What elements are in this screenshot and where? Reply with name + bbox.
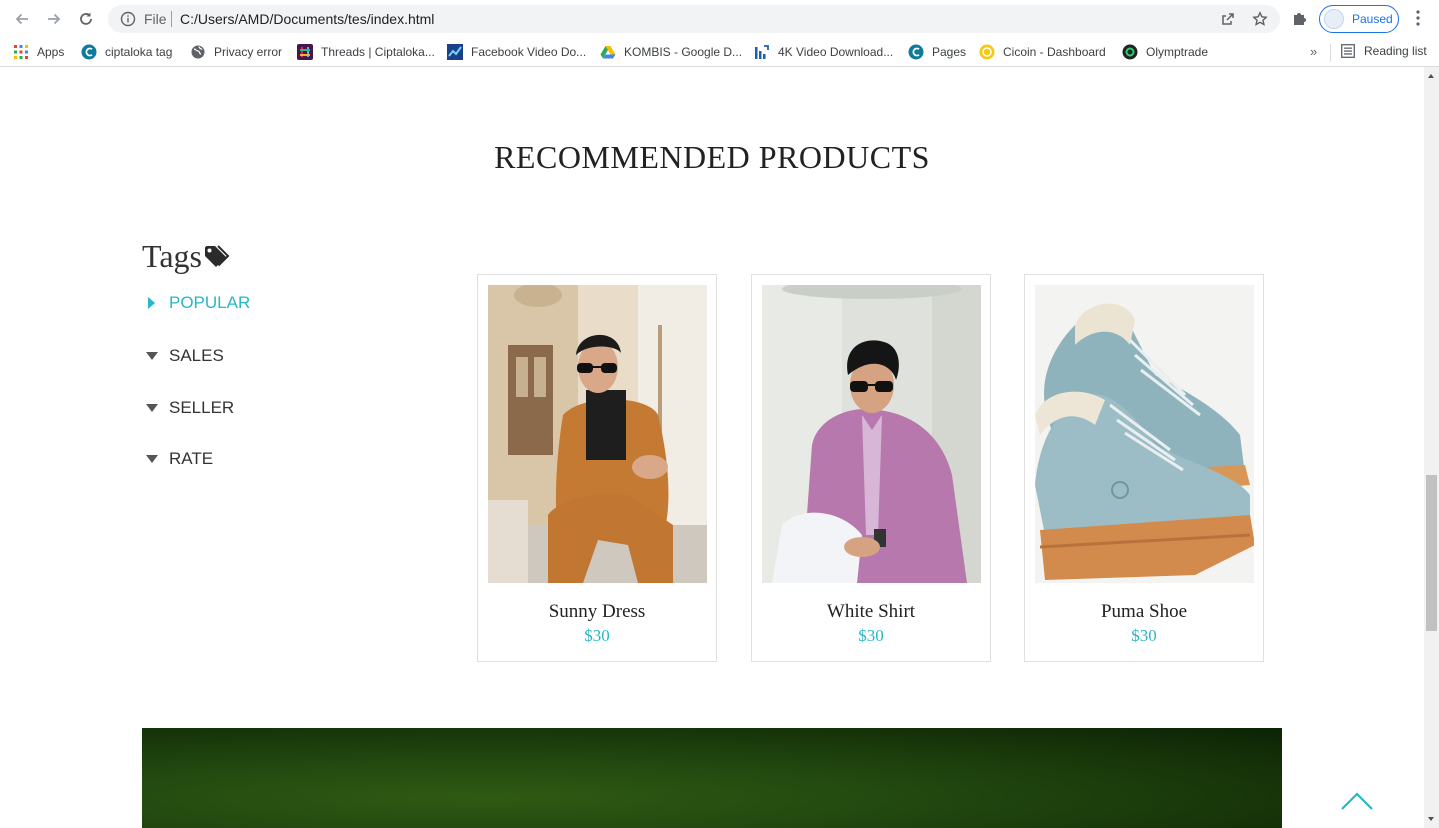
bookmark-label: Olymptrade [1146,45,1209,59]
product-price: $30 [1131,626,1157,645]
address-bar[interactable]: File C:/Users/AMD/Documents/tes/index.ht… [108,5,1280,33]
chevron-up-icon [1341,792,1373,810]
reading-list-icon [1340,43,1356,59]
tag-icon [203,244,231,270]
coin-icon [979,44,995,60]
browser-toolbar: File C:/Users/AMD/Documents/tes/index.ht… [0,0,1439,38]
product-name[interactable]: Puma Shoe [1025,601,1263,623]
bookmark-label: KOMBIS - Google D... [624,45,743,59]
bars-icon [754,44,770,60]
bookmark-label: Apps [37,45,65,59]
url-text[interactable]: C:/Users/AMD/Documents/tes/index.html [180,11,434,27]
product-card[interactable]: Puma Shoe $30 [1024,274,1264,662]
bookmark-olymptrade[interactable]: Olymptrade [1122,43,1208,61]
forward-arrow-icon [48,13,61,25]
product-card[interactable]: White Shirt $30 [751,274,991,662]
scroll-to-top-button[interactable] [1340,791,1374,816]
slack-icon [297,44,313,60]
bookmarks-divider [1330,44,1331,62]
apps-grid-icon [13,44,29,60]
reload-button[interactable] [75,8,97,30]
bookmark-label: Facebook Video Do... [471,45,587,59]
bookmark-facebook-video[interactable]: Facebook Video Do... [447,43,586,61]
bookmark-cicoin[interactable]: Cicoin - Dashboard [979,43,1106,61]
more-bookmarks-chevron-icon[interactable]: » [1310,44,1317,59]
product-name[interactable]: White Shirt [752,601,990,623]
tag-rate[interactable]: RATE [144,449,213,469]
product-image-man-in-pink-shirt[interactable] [762,285,981,583]
reading-list-label: Reading list [1364,44,1427,58]
bookmark-kombis[interactable]: KOMBIS - Google D... [600,43,742,61]
bookmark-label: Pages [932,45,967,59]
product-price: $30 [858,626,884,645]
extensions-puzzle-icon[interactable] [1291,9,1309,32]
scroll-up-arrow-icon[interactable] [1428,74,1434,78]
caret-right-icon [144,295,160,311]
bookmark-pages[interactable]: Pages [908,43,966,61]
product-image-blue-boots[interactable] [1035,285,1254,583]
bookmark-apps[interactable]: Apps [13,43,64,61]
reading-list-button[interactable]: Reading list [1340,43,1427,59]
bookmarks-bar: Apps ciptaloka tag Privacy error Threads… [0,38,1439,67]
share-icon[interactable] [1219,10,1237,28]
forward-button[interactable] [43,8,65,30]
section-title: RECOMMENDED PRODUCTS [494,139,930,175]
tag-seller[interactable]: SELLER [144,398,234,418]
drive-icon [600,44,616,60]
star-bookmark-icon[interactable] [1251,10,1269,28]
profile-status-label: Paused [1352,12,1393,26]
product-price: $30 [584,626,610,645]
scroll-down-arrow-icon[interactable] [1428,817,1434,821]
product-name[interactable]: Sunny Dress [478,601,716,623]
bookmark-ciptaloka-tag[interactable]: ciptaloka tag [81,43,172,61]
promo-banner [142,728,1282,828]
bookmark-label: ciptaloka tag [105,45,173,59]
bookmark-label: Cicoin - Dashboard [1003,45,1106,59]
ciptaloka-icon [908,44,924,60]
product-image-man-in-orange-suit[interactable] [488,285,707,583]
tag-label: SELLER [169,398,235,417]
globe-icon [190,44,206,60]
tag-sales[interactable]: SALES [144,346,224,366]
caret-down-icon [144,451,160,467]
back-arrow-icon [15,13,28,25]
reload-icon [80,12,92,25]
back-button[interactable] [11,8,33,30]
kebab-menu-icon[interactable] [1410,9,1426,32]
ciptaloka-icon [81,44,97,60]
bookmark-label: 4K Video Download... [778,45,894,59]
profile-paused-button[interactable]: Paused [1319,5,1399,33]
bookmark-label: Threads | Ciptaloka... [321,45,435,59]
tag-label: SALES [169,346,224,365]
scrollbar-thumb[interactable] [1426,475,1437,631]
bookmark-threads[interactable]: Threads | Ciptaloka... [297,43,435,61]
avatar [1324,9,1344,29]
bookmark-4k-video[interactable]: 4K Video Download... [754,43,893,61]
info-icon[interactable] [120,11,136,32]
caret-down-icon [144,400,160,416]
olymptrade-icon [1122,44,1138,60]
page-viewport: RECOMMENDED PRODUCTS Tags POPULAR SALES … [0,67,1424,828]
bookmark-privacy-error[interactable]: Privacy error [190,43,282,61]
tag-label: RATE [169,449,214,468]
product-card[interactable]: Sunny Dress $30 [477,274,717,662]
caret-down-icon [144,348,160,364]
url-scheme-label: File [144,11,167,27]
page-scrollbar[interactable] [1424,67,1439,828]
omnibox-divider [171,11,172,27]
tag-label: POPULAR [169,293,251,312]
bookmark-label: Privacy error [214,45,283,59]
tags-heading: Tags [142,238,231,275]
tags-heading-text: Tags [142,238,202,274]
tag-popular[interactable]: POPULAR [144,293,250,313]
chart-icon [447,44,463,60]
